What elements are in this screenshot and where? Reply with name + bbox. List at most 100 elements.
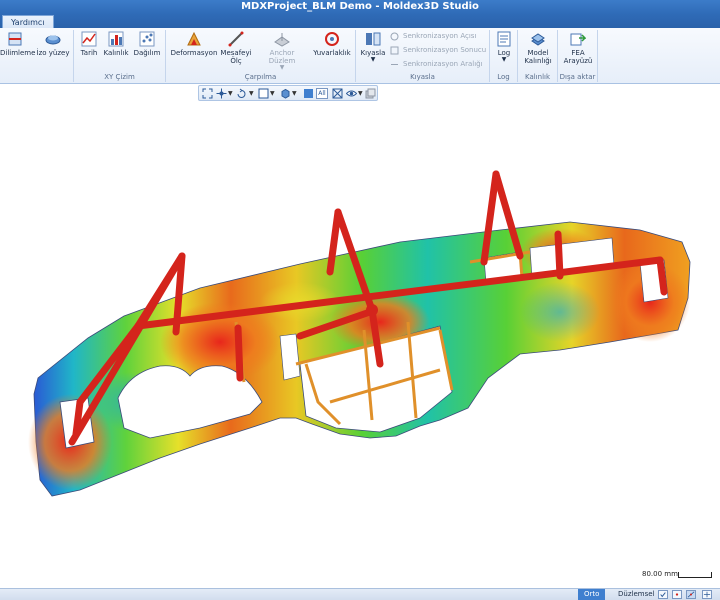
fea-label-1: FEA (571, 49, 585, 57)
cube-view-icon[interactable] (280, 88, 291, 99)
deformation-icon (187, 31, 201, 46)
group-kiyasla: Kıyasla ▼ Senkronizasyon Açısı Senkroniz… (356, 30, 490, 82)
tarih-button[interactable]: Tarih (78, 30, 100, 57)
senk-araligi-button[interactable]: Senkronizasyon Aralığı (390, 58, 483, 70)
group-log: Log ▼ Log (490, 30, 518, 82)
sync-result-icon (390, 46, 399, 54)
dagilim-button[interactable]: Dağılım (132, 30, 162, 57)
yuvarlaklik-label: Yuvarlaklık (313, 49, 351, 57)
pan-dropdown-caret[interactable]: ▼ (228, 88, 233, 99)
view-toolbar: ▼ ▼ ▼ ▼ All ▼ (198, 85, 378, 101)
group-label-kalinlik: Kalınlık (524, 73, 551, 81)
senk-acisi-label: Senkronizasyon Açısı (403, 32, 477, 40)
model-kalinligi-button[interactable]: Model Kalınlığı (520, 30, 556, 65)
status-bar: Orto Düzlemsel (0, 588, 720, 600)
wireframe-icon[interactable] (332, 88, 343, 99)
scale-bar (678, 572, 712, 578)
tarih-label: Tarih (80, 49, 98, 57)
model-kalinligi-label-1: Model (527, 49, 549, 57)
ribbon-tab-row: Yardımcı (0, 14, 720, 28)
fea-export-icon (570, 33, 586, 46)
dilimleme-button[interactable]: Dilimleme (0, 30, 35, 57)
kiyasla-button[interactable]: Kıyasla ▼ (360, 30, 386, 63)
view-frame-icon[interactable] (258, 88, 269, 99)
senk-acisi-button[interactable]: Senkronizasyon Açısı (390, 30, 476, 42)
right-vertical-strut (554, 230, 564, 280)
group-label-carpilma: Çarpılma (244, 73, 277, 81)
snap-check-icon[interactable] (658, 590, 668, 599)
anchor-dropdown-caret[interactable]: ▼ (256, 65, 308, 71)
fit-view-icon[interactable] (202, 88, 213, 99)
iso-surface-icon (45, 35, 61, 45)
frame-dropdown-caret[interactable]: ▼ (270, 88, 275, 99)
fea-arayuzu-button[interactable]: FEA Arayüzü (560, 30, 596, 65)
deformasyon-button[interactable]: Deformasyon (170, 30, 218, 57)
show-all-button[interactable]: All (316, 88, 328, 99)
anchor-duzlem-label: Anchor Düzlem (268, 49, 296, 65)
rotate-dropdown-caret[interactable]: ▼ (249, 88, 254, 99)
dilimleme-label: Dilimleme (0, 49, 36, 57)
izo-yuzey-label: İzo yüzey (36, 49, 70, 57)
senk-sonucu-button[interactable]: Senkronizasyon Sonucu (390, 44, 486, 56)
model-thickness-icon (531, 33, 545, 46)
kalinlik-xy-label: Kalınlık (103, 49, 129, 57)
izo-yuzey-button[interactable]: İzo yüzey (36, 30, 70, 57)
log-button[interactable]: Log ▼ (492, 30, 516, 63)
visibility-dropdown-caret[interactable]: ▼ (358, 88, 363, 99)
anchor-duzlem-button[interactable]: Anchor Düzlem ▼ (256, 30, 308, 71)
dagilim-label: Dağılım (133, 49, 161, 57)
beam-joint (366, 304, 378, 316)
cool-spot-right (520, 282, 600, 342)
snap-point-icon[interactable] (672, 590, 682, 599)
moldex3d-app: MDXProject_BLM Demo - Moldex3D Studio Ya… (0, 0, 720, 600)
cube-dropdown-caret[interactable]: ▼ (292, 88, 297, 99)
group-result-display: Dilimleme İzo yüzey (0, 30, 74, 82)
scale-label: 80.00 mm (642, 570, 678, 578)
orto-toggle[interactable]: Orto (578, 589, 606, 600)
kiyasla-dropdown-caret[interactable]: ▼ (360, 57, 386, 63)
group-disa-aktar: FEA Arayüzü Dışa aktar (558, 30, 598, 82)
column-support-strut (234, 324, 244, 382)
layer-icon[interactable] (365, 88, 376, 99)
dashboard-warpage-model (28, 170, 691, 497)
senk-sonucu-label: Senkronizasyon Sonucu (403, 46, 487, 54)
rotate-icon[interactable] (236, 88, 247, 99)
roundness-icon (325, 32, 339, 46)
thickness-chart-icon (108, 31, 124, 47)
group-label-log: Log (497, 73, 510, 81)
group-label-disa-aktar: Dışa aktar (559, 73, 596, 81)
ribbon: Dilimleme İzo yüzey Tarih Kalınlık Dağıl… (0, 28, 720, 84)
group-carpilma: Deformasyon Mesafeyi Ölç Anchor Düzlem ▼ (166, 30, 356, 82)
log-dropdown-caret[interactable]: ▼ (492, 57, 516, 63)
mesafeyi-olc-button[interactable]: Mesafeyi Ölç (220, 30, 252, 65)
group-label-xy-cizim: XY Çizim (104, 73, 135, 81)
sync-range-icon (391, 63, 398, 65)
kalinlik-xy-button[interactable]: Kalınlık (102, 30, 130, 57)
3d-viewport[interactable] (0, 102, 720, 588)
group-xy-cizim: Tarih Kalınlık Dağılım XY Çizim (74, 30, 166, 82)
log-icon (497, 31, 511, 47)
tab-yardimci[interactable]: Yardımcı (2, 15, 54, 28)
slice-icon (8, 32, 22, 46)
snap-line-icon[interactable] (686, 590, 696, 599)
group-kalinlik: Model Kalınlığı Kalınlık (518, 30, 558, 82)
distribution-icon (139, 31, 155, 47)
compare-icon (366, 32, 381, 46)
model-kalinligi-label-2: Kalınlığı (524, 57, 552, 65)
visibility-eye-icon[interactable] (346, 88, 357, 99)
measure-distance-icon (228, 31, 244, 47)
pan-icon[interactable] (216, 88, 227, 99)
window-title: MDXProject_BLM Demo - Moldex3D Studio (241, 1, 479, 12)
group-label-kiyasla: Kıyasla (410, 73, 435, 81)
display-mode-icon[interactable] (303, 88, 314, 99)
yuvarlaklik-button[interactable]: Yuvarlaklık (312, 30, 352, 57)
mesafeyi-label-1: Mesafeyi (220, 49, 252, 57)
mesafeyi-label-2: Ölç (230, 57, 242, 65)
fea-label-2: Arayüzü (563, 57, 593, 65)
sync-angle-icon (390, 32, 399, 40)
title-bar: MDXProject_BLM Demo - Moldex3D Studio (0, 0, 720, 14)
duzlemsel-toggle[interactable]: Düzlemsel (612, 589, 660, 600)
anchor-plane-icon (274, 33, 290, 47)
deformasyon-label: Deformasyon (170, 49, 218, 57)
snap-grid-icon[interactable] (702, 590, 712, 599)
